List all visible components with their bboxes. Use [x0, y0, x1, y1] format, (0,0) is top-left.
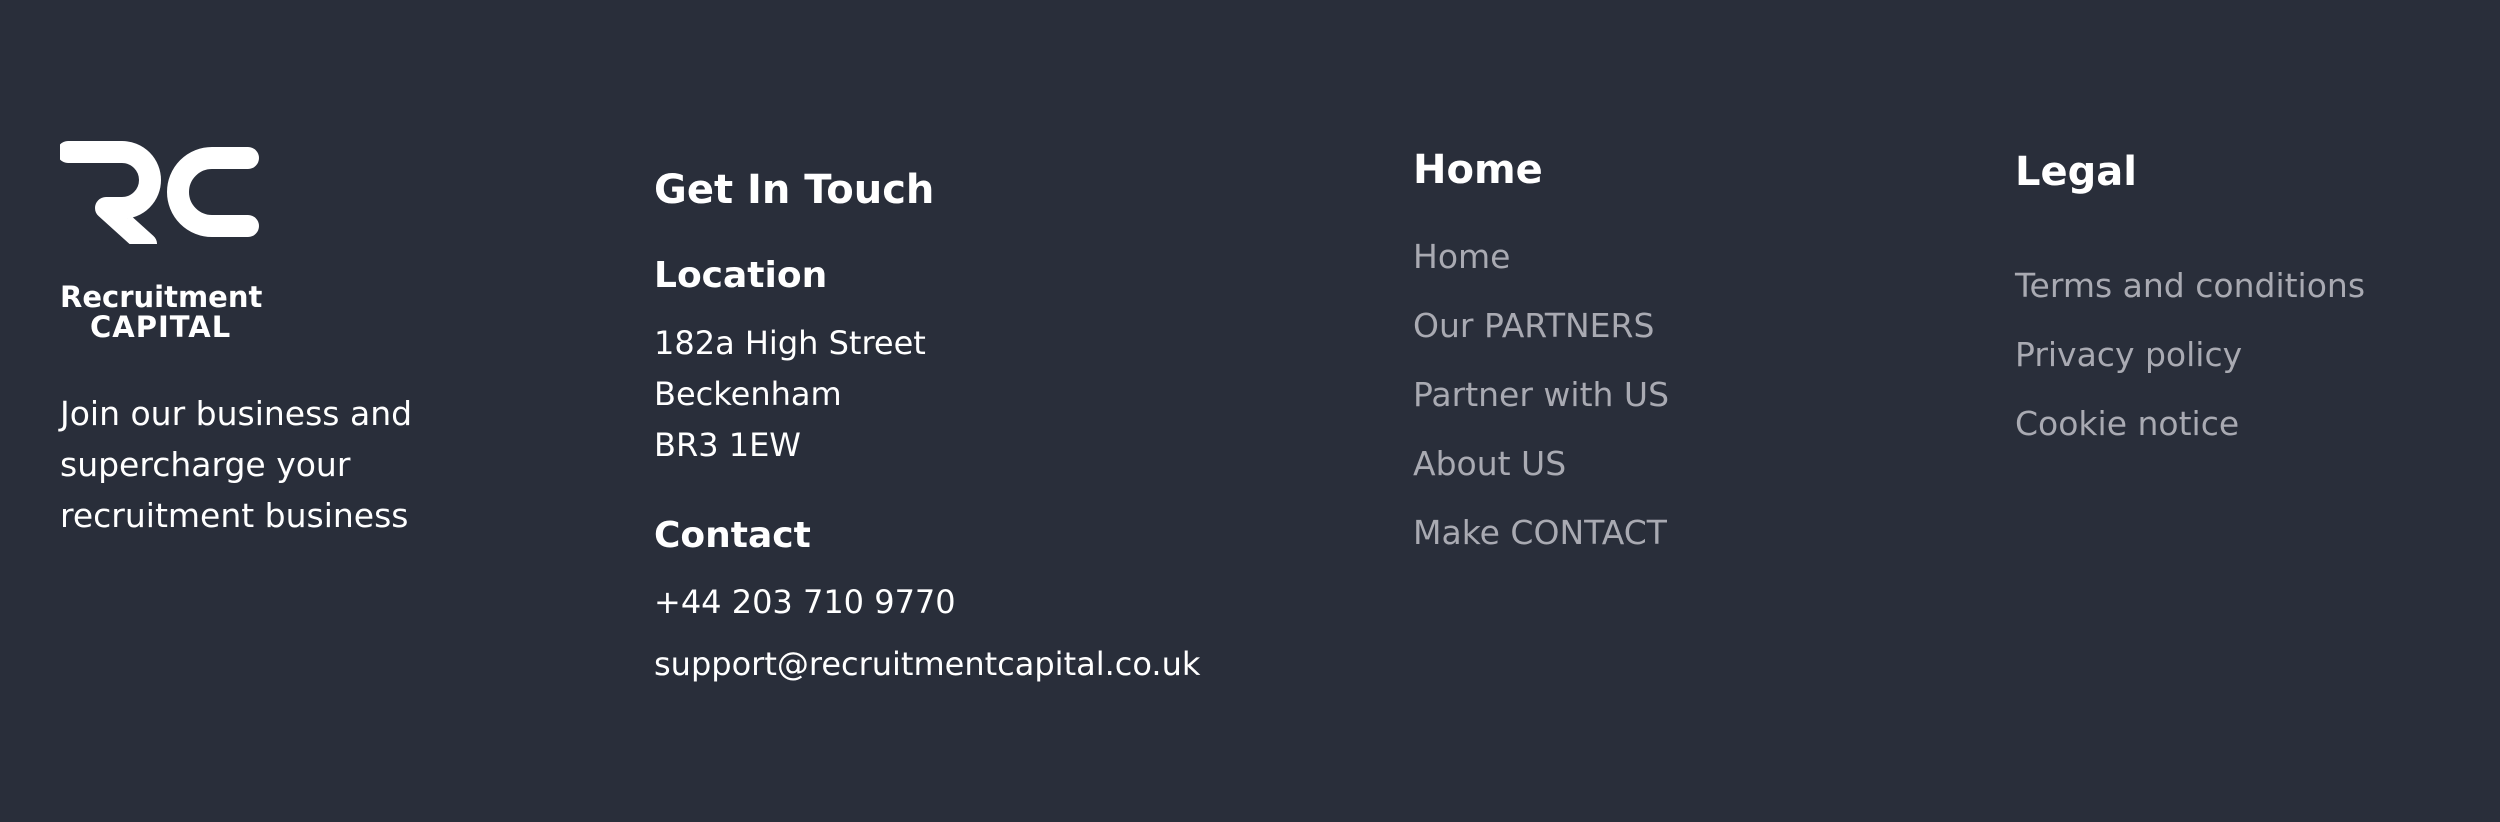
get-in-touch-heading: Get In Touch	[654, 167, 935, 213]
logo-wordmark: Recruitment CAPITAL	[60, 280, 263, 344]
location-heading: Location	[654, 255, 828, 296]
nav-item-our-partners: Our PARTNERS	[1413, 306, 1669, 375]
legal-nav-list: Terms and conditions Privacy policy Cook…	[2015, 266, 2365, 473]
nav-link-partner-with-us[interactable]: Partner with US	[1413, 375, 1669, 414]
nav-link-terms[interactable]: Terms and conditions	[2015, 266, 2365, 305]
nav-item-cookies: Cookie notice	[2015, 404, 2365, 473]
nav-item-terms: Terms and conditions	[2015, 266, 2365, 335]
rc-logo-icon	[60, 141, 259, 244]
address-line: 182a High Street	[654, 324, 926, 362]
nav-link-our-partners[interactable]: Our PARTNERS	[1413, 306, 1654, 345]
wordmark-line-2: CAPITAL	[90, 310, 232, 344]
brand-tagline: Join our business and supercharge your r…	[60, 388, 460, 541]
home-nav-list: Home Our PARTNERS Partner with US About …	[1413, 237, 1669, 582]
tagline-line: recruitment business	[60, 496, 409, 535]
nav-item-privacy: Privacy policy	[2015, 335, 2365, 404]
nav-item-about-us: About US	[1413, 444, 1669, 513]
contact-heading: Contact	[654, 515, 811, 556]
nav-link-home[interactable]: Home	[1413, 237, 1510, 276]
email-link[interactable]: support@recruitmentcapital.co.uk	[654, 644, 1200, 684]
nav-item-home: Home	[1413, 237, 1669, 306]
address-line: Beckenham	[654, 375, 842, 413]
home-nav-heading: Home	[1413, 147, 1543, 193]
wordmark-line-1: Recruitment	[60, 280, 263, 314]
address-line: BR3 1EW	[654, 426, 801, 464]
nav-item-partner-with-us: Partner with US	[1413, 375, 1669, 444]
legal-nav-heading: Legal	[2015, 149, 2137, 195]
address: 182a High Street Beckenham BR3 1EW	[654, 318, 926, 471]
nav-link-about-us[interactable]: About US	[1413, 444, 1566, 483]
nav-link-cookies[interactable]: Cookie notice	[2015, 404, 2239, 443]
tagline-line: Join our business and	[60, 394, 413, 433]
phone-link[interactable]: +44 203 710 9770	[654, 582, 956, 622]
nav-link-make-contact[interactable]: Make CONTACT	[1413, 513, 1667, 552]
nav-link-privacy[interactable]: Privacy policy	[2015, 335, 2242, 374]
nav-item-make-contact: Make CONTACT	[1413, 513, 1669, 582]
site-footer: Recruitment CAPITAL Join our business an…	[0, 0, 2500, 822]
tagline-line: supercharge your	[60, 445, 351, 484]
